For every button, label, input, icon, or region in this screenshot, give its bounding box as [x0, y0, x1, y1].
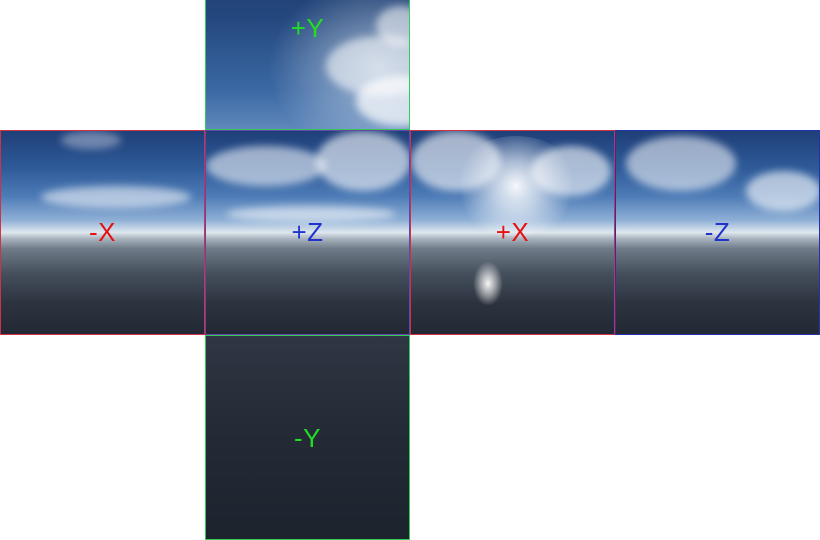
cloud	[61, 131, 121, 149]
cube-face-neg-x: -X	[0, 130, 205, 335]
cube-face-neg-y: -Y	[205, 335, 410, 540]
cloud	[531, 146, 611, 196]
face-label-neg-x: -X	[89, 217, 116, 247]
cube-face-pos-x: +X	[410, 130, 615, 335]
face-label-neg-z: -Z	[704, 217, 731, 247]
cloud	[41, 186, 191, 208]
cloud	[411, 131, 501, 191]
cube-face-pos-y: +Y	[205, 0, 410, 130]
sun-reflection	[473, 261, 503, 306]
cloud	[626, 136, 736, 191]
face-label-neg-y: -Y	[294, 423, 321, 453]
cube-face-neg-z: -Z	[615, 130, 820, 335]
face-label-pos-z: +Z	[291, 217, 324, 247]
cloud	[746, 171, 819, 211]
cloud	[206, 146, 326, 186]
face-label-pos-y: +Y	[290, 13, 325, 43]
face-label-pos-x: +X	[495, 217, 530, 247]
cloud	[316, 131, 409, 191]
cube-face-pos-z: +Z	[205, 130, 410, 335]
